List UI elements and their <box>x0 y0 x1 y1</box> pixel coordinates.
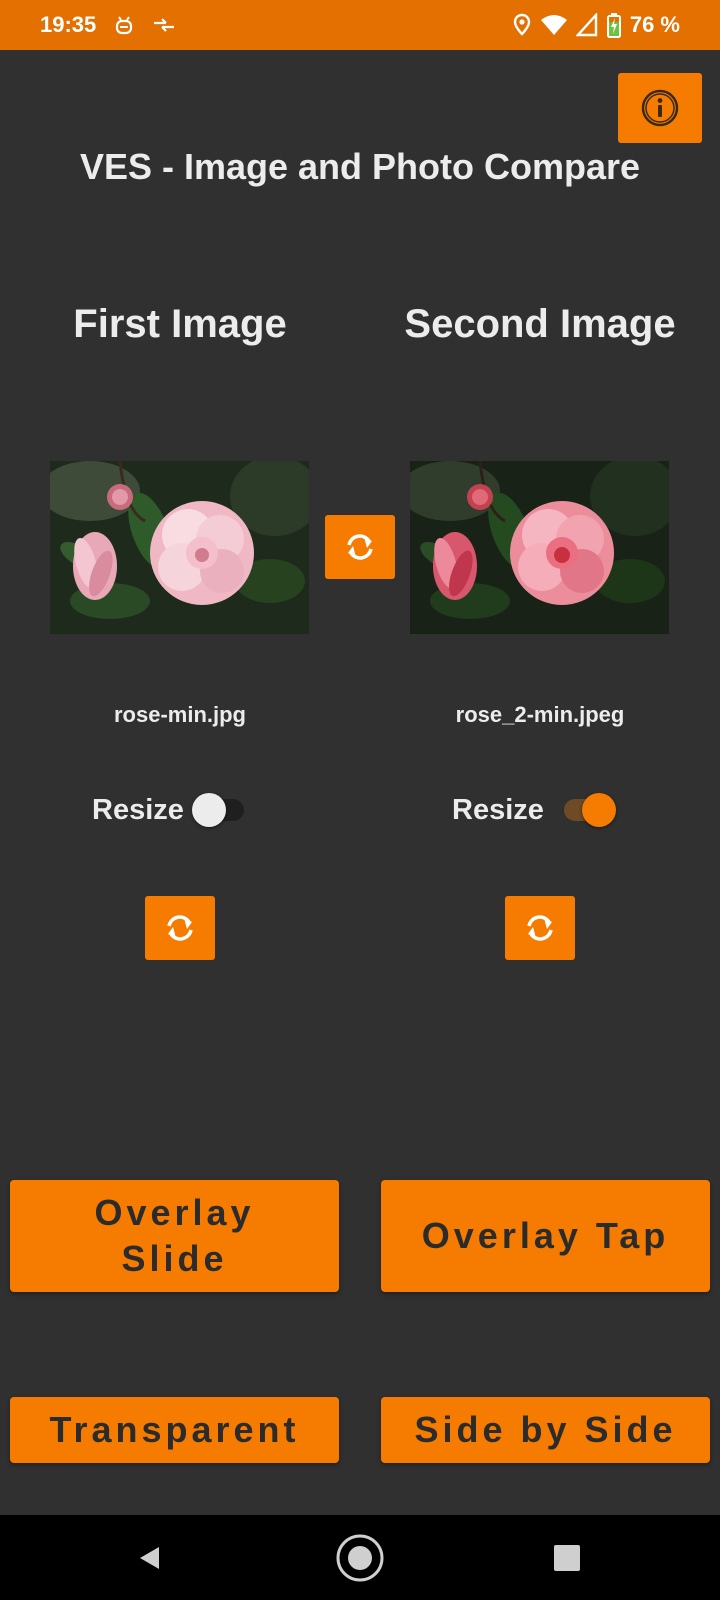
status-bar: 19:35 76 % <box>0 0 720 50</box>
second-reload-button[interactable] <box>505 896 575 960</box>
first-reload-button[interactable] <box>145 896 215 960</box>
second-resize-label: Resize <box>452 793 544 826</box>
navigation-bar <box>0 1515 720 1600</box>
recents-button[interactable] <box>522 1515 612 1600</box>
data-transfer-icon <box>152 15 176 35</box>
swap-images-button[interactable] <box>325 515 395 579</box>
overlay-slide-button[interactable]: Overlay Slide <box>10 1180 339 1292</box>
signal-icon <box>575 13 598 37</box>
side-by-side-button[interactable]: Side by Side <box>381 1397 710 1463</box>
second-resize-switch[interactable] <box>558 788 618 832</box>
first-image-heading: First Image <box>73 302 287 346</box>
back-icon <box>140 1546 159 1569</box>
home-icon <box>336 1534 384 1581</box>
battery-charging-icon <box>606 12 622 38</box>
first-resize-row: Resize <box>92 788 250 832</box>
battery-level: 76 % <box>629 12 680 37</box>
recents-icon <box>554 1544 580 1571</box>
overlay-tap-button[interactable]: Overlay Tap <box>381 1180 710 1292</box>
transparent-button[interactable]: Transparent <box>10 1397 339 1463</box>
status-time: 19:35 <box>40 12 97 37</box>
info-button[interactable] <box>618 73 702 143</box>
first-resize-switch[interactable] <box>190 788 250 832</box>
back-button[interactable] <box>105 1515 195 1600</box>
usb-debug-icon <box>114 14 134 36</box>
second-image-heading: Second Image <box>404 302 676 346</box>
first-resize-label: Resize <box>92 793 184 826</box>
second-image-thumbnail[interactable] <box>410 461 669 634</box>
info-icon <box>641 89 679 127</box>
first-image-filename: rose-min.jpg <box>113 702 246 727</box>
second-resize-row: Resize <box>452 788 618 832</box>
switch-thumb <box>191 793 226 827</box>
wifi-icon <box>540 13 568 37</box>
switch-thumb <box>581 793 616 827</box>
swap-arrows-icon <box>347 534 373 560</box>
refresh-icon <box>167 915 193 941</box>
location-icon <box>512 13 532 37</box>
home-button[interactable] <box>315 1515 405 1600</box>
app-title: VES - Image and Photo Compare <box>79 146 641 187</box>
first-image-thumbnail[interactable] <box>50 461 309 634</box>
refresh-icon <box>527 915 553 941</box>
second-image-filename: rose_2-min.jpeg <box>455 702 625 727</box>
